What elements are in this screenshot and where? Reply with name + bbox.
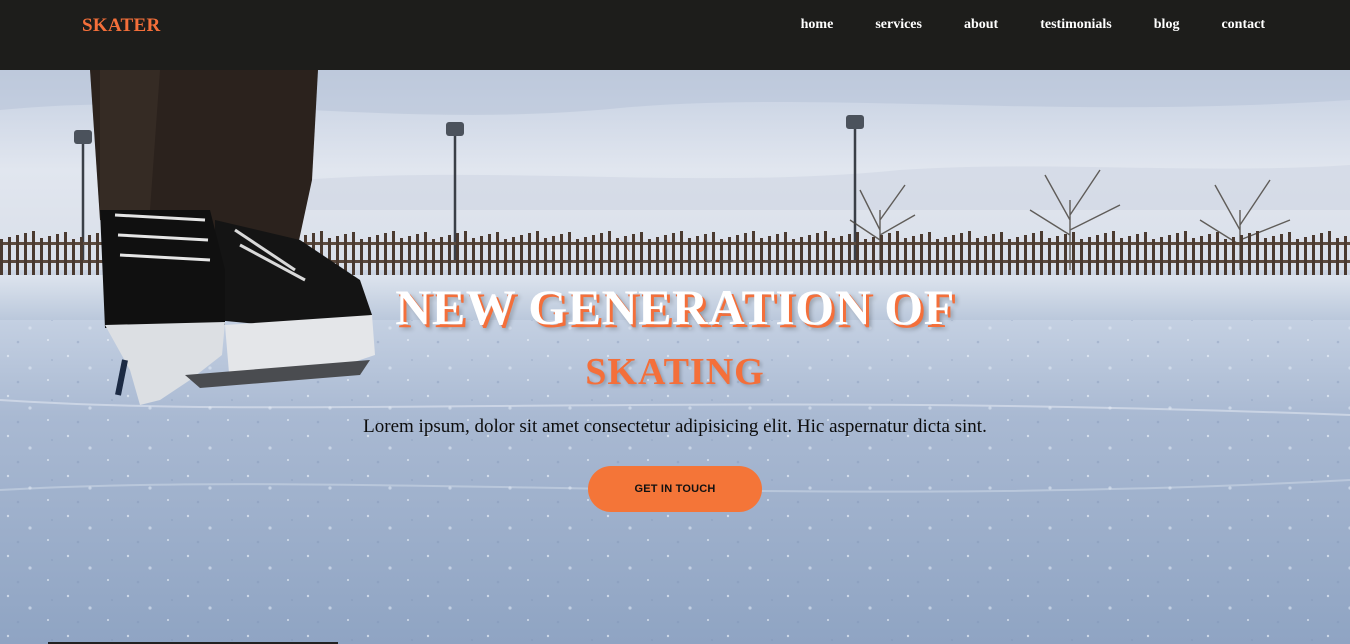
nav-link-services[interactable]: services — [875, 17, 922, 33]
hero-description: Lorem ipsum, dolor sit amet consectetur … — [363, 416, 987, 437]
get-in-touch-button[interactable]: GET IN TOUCH — [588, 466, 762, 512]
nav-link-home[interactable]: home — [801, 17, 834, 33]
nav-links: home services about testimonials blog co… — [759, 17, 1265, 33]
hero-title: NEW GENERATION OF — [395, 279, 955, 335]
hero-subtitle: SKATING — [585, 351, 765, 393]
brand-logo[interactable]: SKATER — [82, 15, 161, 37]
nav-link-about[interactable]: about — [964, 17, 998, 33]
hero-section: NEW GENERATION OF SKATING Lorem ipsum, d… — [0, 70, 1350, 644]
nav-link-contact[interactable]: contact — [1221, 17, 1265, 33]
nav-link-blog[interactable]: blog — [1154, 17, 1180, 33]
navbar: SKATER home services about testimonials … — [0, 0, 1350, 70]
nav-link-testimonials[interactable]: testimonials — [1040, 17, 1112, 33]
